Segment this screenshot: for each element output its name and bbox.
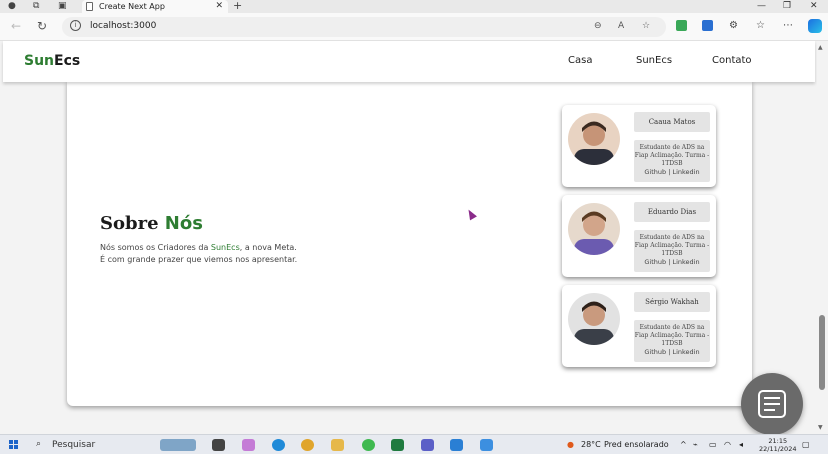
whatsapp-icon[interactable] (362, 439, 375, 451)
nav-link-contato[interactable]: Contato (712, 54, 752, 67)
favorite-icon[interactable]: ☆ (642, 20, 650, 33)
app-icon[interactable] (480, 439, 493, 451)
search-placeholder: Pesquisar (52, 440, 96, 450)
refresh-icon[interactable]: ↻ (37, 19, 47, 33)
weather-icon[interactable]: ● (567, 439, 574, 451)
search-icon: ⌕ (36, 439, 42, 449)
tab-title: Create Next App (99, 2, 165, 11)
new-tab-button[interactable]: + (233, 0, 242, 12)
tray-icon[interactable]: ▭ (709, 439, 717, 451)
tray-chevron-icon[interactable]: ^ (680, 439, 687, 451)
url-field[interactable]: i localhost:3000 ⊖ A ☆ (62, 17, 666, 37)
copilot-icon[interactable] (808, 19, 822, 33)
zoom-icon[interactable]: ⊖ (594, 20, 602, 33)
member-description: Estudante de ADS na Fiap Aclimação. Turm… (634, 140, 710, 182)
member-name: Eduardo Dias (634, 202, 710, 222)
minimize-icon[interactable]: — (757, 0, 766, 12)
tab-actions-icon[interactable]: ▣ (58, 1, 67, 12)
notifications-icon[interactable]: ▢ (802, 439, 810, 451)
member-description: Estudante de ADS na Fiap Aclimação. Turm… (634, 230, 710, 272)
task-view-icon[interactable] (212, 439, 225, 451)
scroll-down-icon[interactable]: ▼ (818, 424, 823, 431)
profile-icon[interactable]: ● (8, 1, 16, 12)
page-viewport: Sobre Nós Nós somos os Criadores da SunE… (0, 41, 817, 432)
site-logo[interactable]: SunEcs (24, 52, 80, 70)
member-name: Caaua Matos (634, 112, 710, 132)
avatar (568, 113, 620, 165)
read-aloud-icon[interactable]: A (618, 20, 624, 33)
extensions-icon[interactable]: ⚙ (729, 19, 738, 33)
volume-icon[interactable]: ◂ (739, 439, 743, 451)
windows-taskbar: ⌕ Pesquisar ● 28°C Pred ensolarado ^ ⌁ ▭… (0, 434, 828, 454)
visual-search-button[interactable] (741, 373, 803, 435)
favorites-icon[interactable]: ☆ (756, 19, 765, 33)
member-links[interactable]: Github | Linkedin (634, 168, 710, 176)
teams-icon[interactable] (421, 439, 434, 451)
scrollbar-thumb[interactable] (819, 315, 825, 390)
avatar (568, 293, 620, 345)
browser-tab[interactable]: Create Next App ✕ (82, 0, 228, 13)
member-links[interactable]: Github | Linkedin (634, 348, 710, 356)
chrome-icon[interactable] (301, 439, 314, 451)
nav-link-sunecs[interactable]: SunEcs (636, 54, 672, 67)
member-card: Caaua Matos Estudante de ADS na Fiap Acl… (562, 105, 716, 187)
about-text: Nós somos os Criadores da SunEcs, a nova… (100, 243, 298, 264)
restore-icon[interactable]: ❐ (783, 0, 791, 12)
site-info-icon[interactable]: i (70, 20, 81, 31)
extension-icon[interactable] (676, 20, 687, 31)
site-header: SunEcs Casa SunEcs Contato (3, 41, 815, 82)
page-icon (86, 2, 93, 11)
back-icon[interactable]: ← (11, 19, 21, 33)
member-card: Eduardo Dias Estudante de ADS na Fiap Ac… (562, 195, 716, 277)
avatar (568, 203, 620, 255)
wifi-icon[interactable]: ◠ (724, 439, 731, 451)
address-bar: ← ↻ i localhost:3000 ⊖ A ☆ ⚙ ☆ ⋯ (0, 13, 828, 41)
weather-desc[interactable]: Pred ensolarado (604, 439, 669, 451)
about-section: Sobre Nós Nós somos os Criadores da SunE… (67, 81, 752, 406)
weather-temp[interactable]: 28°C (581, 439, 601, 451)
url-text[interactable]: localhost:3000 (90, 20, 156, 33)
member-name: Sérgio Wakhah (634, 292, 710, 312)
member-description: Estudante de ADS na Fiap Aclimação. Turm… (634, 320, 710, 362)
edge-icon[interactable] (272, 439, 285, 451)
extension-icon[interactable] (702, 20, 713, 31)
member-links[interactable]: Github | Linkedin (634, 258, 710, 266)
start-icon[interactable] (9, 440, 19, 450)
member-card: Sérgio Wakhah Estudante de ADS na Fiap A… (562, 285, 716, 367)
more-icon[interactable]: ⋯ (783, 19, 793, 33)
window-close-icon[interactable]: ✕ (810, 0, 818, 12)
vscode-icon[interactable] (450, 439, 463, 451)
tray-icon[interactable]: ⌁ (693, 439, 698, 451)
excel-icon[interactable] (391, 439, 404, 451)
close-tab-icon[interactable]: ✕ (215, 0, 223, 12)
scroll-up-icon[interactable]: ▲ (818, 44, 823, 51)
about-title: Sobre Nós (100, 213, 203, 234)
nav-link-casa[interactable]: Casa (568, 54, 592, 67)
search-highlight-icon[interactable] (160, 439, 196, 451)
file-explorer-icon[interactable] (331, 439, 344, 451)
browser-tab-strip: ● ⧉ ▣ Create Next App ✕ + — ❐ ✕ (0, 0, 828, 13)
workspaces-icon[interactable]: ⧉ (33, 1, 39, 12)
copilot-app-icon[interactable] (242, 439, 255, 451)
clock[interactable]: 21:15 22/11/2024 (759, 437, 796, 453)
